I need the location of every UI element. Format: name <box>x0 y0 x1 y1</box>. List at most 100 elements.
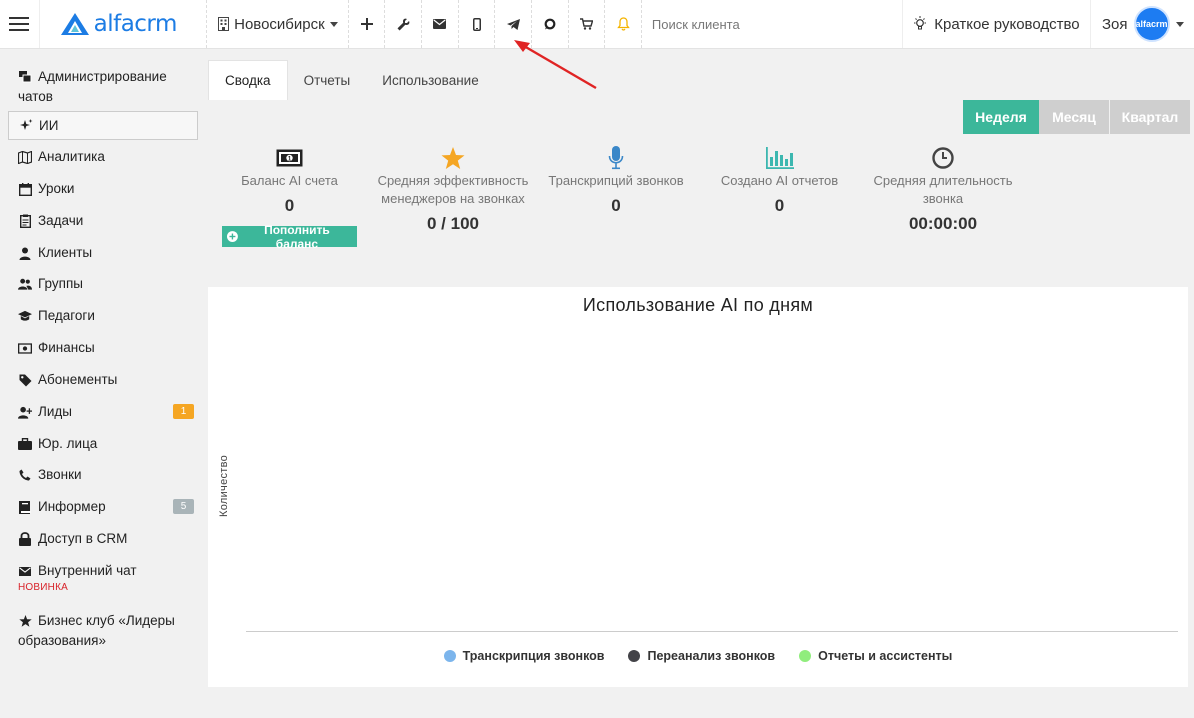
user-name: Зоя <box>1101 15 1128 33</box>
caret-down-icon <box>1175 21 1184 27</box>
hamburger-icon <box>9 17 30 31</box>
envelope-icon <box>433 19 447 29</box>
tab-usage[interactable]: Использование <box>366 60 494 100</box>
city-selector[interactable]: Новосибирск <box>207 0 349 48</box>
avatar[interactable]: alfacrm <box>1133 6 1170 42</box>
stat-transcripts-label: Транскрипций звонков <box>548 173 684 188</box>
sidebar-item-label: Бизнес клуб «Лидеры образования» <box>18 613 175 648</box>
logo-icon <box>60 13 89 35</box>
stat-efficiency: Средняя эффективность менеджеров на звон… <box>373 144 533 234</box>
book-icon <box>19 500 31 514</box>
tab-bar: Сводка Отчеты Использование <box>208 60 495 100</box>
bar-chart-icon <box>765 147 794 169</box>
sidebar-item-analytics[interactable]: Аналитика <box>8 147 198 167</box>
sidebar-item-calls[interactable]: Звонки <box>8 465 198 485</box>
sidebar-item-label: Аналитика <box>38 149 105 164</box>
user-menu[interactable]: Зоя alfacrm <box>1091 0 1194 48</box>
sidebar-item-label: Лиды <box>38 404 72 419</box>
topup-balance-button[interactable]: Пополнить баланс <box>222 223 357 251</box>
sidebar-item-finance[interactable]: Финансы <box>8 338 198 358</box>
menu-button[interactable] <box>0 0 40 48</box>
sidebar-item-label: Звонки <box>38 467 82 482</box>
stat-balance-value: 0 <box>284 196 295 215</box>
sidebar-item-business-club[interactable]: Бизнес клуб «Лидеры образования» <box>8 611 198 651</box>
sidebar-item-subscriptions[interactable]: Абонементы <box>8 370 198 390</box>
topup-balance-label: Пополнить баланс <box>264 222 330 251</box>
cart-button[interactable] <box>569 0 606 48</box>
stat-transcripts-value: 0 <box>611 196 621 215</box>
star-icon <box>441 146 465 169</box>
plus-circle-icon <box>227 231 238 242</box>
stat-reports-value: 0 <box>774 196 785 215</box>
mail-button[interactable] <box>422 0 459 48</box>
legend-item[interactable]: Транскрипция звонков <box>443 649 605 663</box>
sidebar-item-crm-access[interactable]: Доступ в CRM <box>8 529 198 549</box>
sidebar-item-internal-chat[interactable]: Внутренний чат <box>8 561 198 581</box>
telegram-button[interactable] <box>495 0 532 48</box>
tab-reports[interactable]: Отчеты <box>288 60 367 100</box>
sidebar-item-lessons[interactable]: Уроки <box>8 179 198 199</box>
phone-icon <box>19 469 31 481</box>
sidebar-item-clients[interactable]: Клиенты <box>8 243 198 263</box>
clock-icon <box>932 147 954 169</box>
microphone-icon <box>608 146 624 170</box>
user-icon <box>19 247 31 260</box>
sidebar-item-informer[interactable]: Информер 5 <box>8 497 198 517</box>
user-plus-icon <box>18 406 32 419</box>
period-quarter-button[interactable]: Квартал <box>1110 100 1190 134</box>
chart-y-axis-label: Количество <box>218 454 230 517</box>
sidebar-item-label: Юр. лица <box>38 436 98 451</box>
sidebar-item-tasks[interactable]: Задачи <box>8 211 198 231</box>
add-button[interactable] <box>349 0 386 48</box>
sidebar-item-teachers[interactable]: Педагоги <box>8 306 198 326</box>
period-month-button[interactable]: Месяц <box>1039 100 1109 134</box>
logo[interactable]: alfacrm <box>40 0 208 48</box>
map-icon <box>18 150 32 164</box>
quick-guide-label: Краткое руководство <box>934 15 1080 33</box>
sidebar-item-label: Группы <box>38 276 83 291</box>
sidebar-item-label: Внутренний чат <box>38 563 137 578</box>
search-input[interactable] <box>651 16 892 32</box>
notifications-button[interactable] <box>605 0 642 48</box>
users-icon <box>18 278 32 290</box>
sidebar-item-legal-entities[interactable]: Юр. лица <box>8 434 198 454</box>
informer-count-badge: 5 <box>173 499 194 514</box>
calendar-icon <box>18 182 32 196</box>
quick-guide-button[interactable]: Краткое руководство <box>903 0 1091 48</box>
sidebar: Администрирование чатов ИИ Аналитика Уро… <box>0 50 208 718</box>
client-search[interactable] <box>642 0 902 48</box>
envelope-icon <box>19 566 31 576</box>
chat-button[interactable] <box>532 0 569 48</box>
leads-count-badge: 1 <box>173 404 194 419</box>
avatar-logo-text: alfacrm <box>1135 19 1168 29</box>
legend-item[interactable]: Отчеты и ассистенты <box>799 649 952 663</box>
legend-marker <box>443 650 456 662</box>
sidebar-item-leads[interactable]: Лиды 1 <box>8 402 198 422</box>
legend-item[interactable]: Переанализ звонков <box>628 649 775 663</box>
ai-usage-chart: Использование AI по дням Количество Тран… <box>208 287 1188 687</box>
stat-reports: Создано AI отчетов 0 <box>714 144 845 216</box>
sidebar-item-label: Доступ в CRM <box>38 531 128 546</box>
clipboard-icon <box>19 214 31 228</box>
stat-balance-label: Баланс AI счета <box>241 173 338 188</box>
period-week-button[interactable]: Неделя <box>963 100 1039 134</box>
stat-balance: 1 Баланс AI счета 0 Пополнить баланс <box>222 144 357 251</box>
bell-icon <box>616 17 630 31</box>
wrench-icon <box>397 18 410 30</box>
legend-label: Транскрипция звонков <box>462 649 605 663</box>
sidebar-item-label: Информер <box>38 499 106 514</box>
sidebar-item-ai[interactable]: ИИ <box>8 111 198 140</box>
plus-icon <box>360 18 373 30</box>
stat-reports-label: Создано AI отчетов <box>720 173 839 188</box>
tab-summary[interactable]: Сводка <box>208 60 288 100</box>
settings-button[interactable] <box>385 0 423 48</box>
lightbulb-icon <box>914 16 927 30</box>
sidebar-item-label: Клиенты <box>38 245 93 260</box>
telegram-icon <box>506 18 520 30</box>
legend-marker <box>628 650 641 662</box>
sidebar-item-chat-admin[interactable]: Администрирование чатов <box>8 67 198 107</box>
sidebar-item-groups[interactable]: Группы <box>8 274 198 294</box>
mobile-button[interactable] <box>459 0 496 48</box>
stat-efficiency-label: Средняя эффективность менеджеров на звон… <box>377 173 529 206</box>
briefcase-icon <box>18 438 32 450</box>
